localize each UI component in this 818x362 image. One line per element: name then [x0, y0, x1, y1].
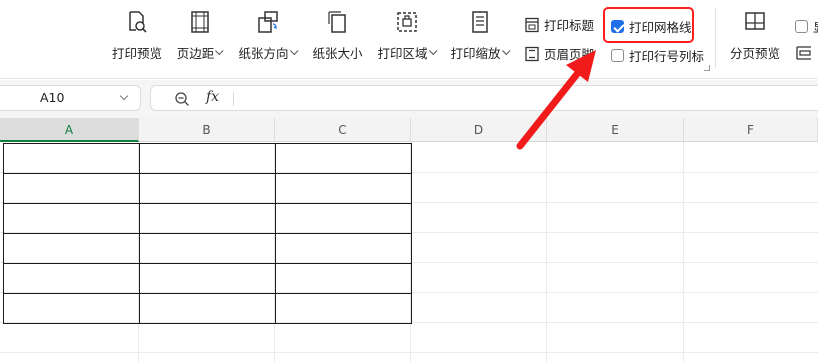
red-arrow-annotation [516, 50, 596, 150]
spreadsheet-window: 打印预览 页边距 纸张方向 纸张大小 打印区域 打印缩放 打印标题 页眉页脚 打… [0, 0, 818, 362]
